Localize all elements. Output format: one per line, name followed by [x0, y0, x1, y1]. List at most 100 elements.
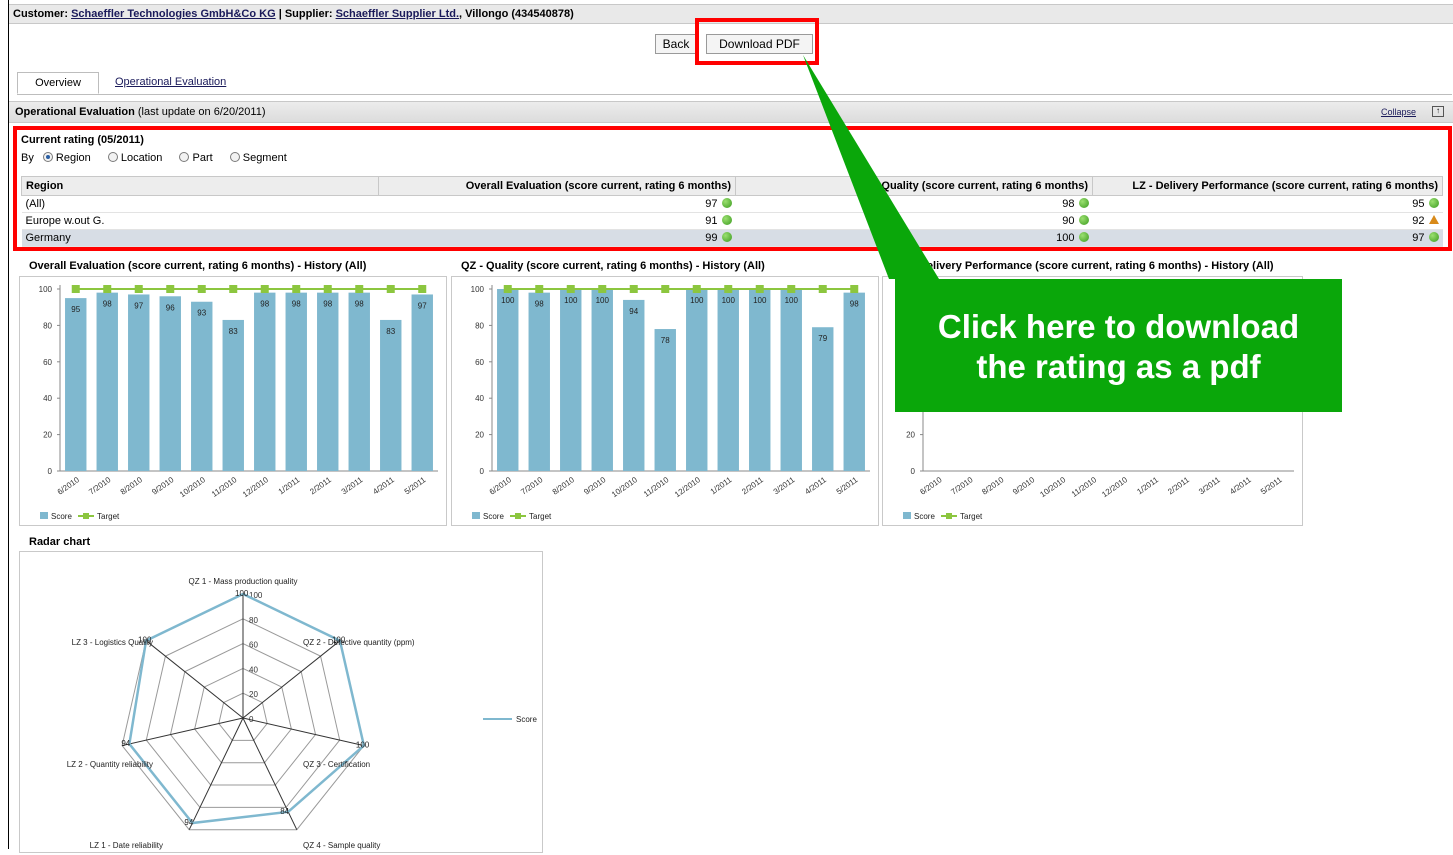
radar-title: Radar chart: [29, 536, 91, 548]
supplier-link[interactable]: Schaeffler Supplier Ltd.: [336, 8, 459, 20]
x-tick-label: 12/2010: [1100, 475, 1129, 499]
status-green-icon: [721, 215, 732, 225]
back-button[interactable]: Back: [655, 34, 697, 54]
customer-link[interactable]: Schaeffler Technologies GmbH&Co KG: [71, 8, 276, 20]
y-tick-label: 20: [43, 431, 52, 440]
by-label: By: [21, 152, 34, 164]
legend-target-swatch: [83, 513, 89, 519]
x-tick-label: 7/2010: [519, 475, 545, 497]
x-tick-label: 5/2011: [835, 475, 860, 496]
y-tick-label: 80: [43, 321, 52, 330]
score-bar: [497, 289, 519, 471]
x-tick-label: 8/2010: [980, 475, 1006, 497]
cell-region: (All): [21, 195, 379, 213]
target-marker: [134, 285, 143, 293]
chart-title-delivery: Delivery Performance (score current, rat…: [919, 260, 1274, 272]
x-tick-label: 6/2010: [488, 475, 514, 497]
radar-axis-label: LZ 3 - Logistics Quality: [72, 638, 153, 647]
radar-legend-label: Score: [516, 715, 537, 724]
cell-region: Europe w.out G.: [21, 212, 379, 230]
target-marker: [166, 285, 175, 293]
bar-value-label: 78: [661, 336, 670, 345]
y-tick-label: 100: [471, 285, 485, 294]
table-row[interactable]: (All) 97 98 95: [21, 195, 1443, 213]
header-separator: |: [278, 8, 282, 20]
radar-value-label: 94: [121, 739, 130, 748]
score-bar: [65, 298, 87, 471]
supplier-location: , Villongo (434540878): [459, 8, 574, 20]
radio-region[interactable]: [42, 152, 53, 162]
radio-location[interactable]: [107, 152, 118, 162]
x-tick-label: 10/2010: [178, 475, 207, 499]
col-region[interactable]: Region: [21, 176, 379, 196]
score-bar: [686, 289, 708, 471]
x-tick-label: 10/2010: [610, 475, 639, 499]
target-marker: [386, 285, 395, 293]
score-bar: [654, 329, 676, 471]
target-marker: [260, 285, 269, 293]
legend-target-label: Target: [97, 512, 120, 521]
x-tick-label: 7/2010: [949, 475, 975, 497]
bar-value-label: 97: [134, 301, 143, 310]
radar-value-label: 100: [356, 741, 370, 750]
expand-icon[interactable]: ↑: [1432, 106, 1444, 117]
cell-overall: 99: [705, 232, 718, 244]
legend-score-swatch: [903, 512, 911, 519]
table-row[interactable]: Europe w.out G. 91 90 92: [21, 212, 1443, 230]
target-marker: [197, 285, 206, 293]
bar-value-label: 98: [292, 300, 301, 309]
y-tick-label: 40: [475, 394, 484, 403]
score-bar: [348, 292, 370, 471]
cell-delivery: 97: [1412, 232, 1425, 244]
col-delivery[interactable]: LZ - Delivery Performance (score current…: [1092, 176, 1443, 196]
col-overall[interactable]: Overall Evaluation (score current, ratin…: [378, 176, 736, 196]
x-tick-label: 1/2011: [1135, 475, 1160, 496]
collapse-link[interactable]: Collapse: [1381, 106, 1416, 118]
radio-segment-label: Segment: [242, 152, 287, 164]
callout-line-1: Click here to download: [937, 308, 1300, 345]
radar-value-label: 84: [280, 807, 289, 816]
legend-target-swatch: [515, 513, 521, 519]
x-tick-label: 4/2011: [371, 475, 396, 496]
target-marker: [503, 285, 512, 293]
table-header: Region Overall Evaluation (score current…: [21, 176, 1443, 196]
legend-score-label: Score: [483, 512, 504, 521]
table-row[interactable]: Germany 99 100 97: [21, 229, 1443, 247]
x-tick-label: 9/2010: [582, 475, 608, 497]
radio-segment[interactable]: [229, 152, 240, 162]
legend-target-swatch: [946, 513, 952, 519]
y-tick-label: 60: [43, 358, 52, 367]
callout-pointer: [803, 55, 939, 279]
x-tick-label: 5/2011: [403, 475, 428, 496]
cell-quality: 90: [1062, 215, 1075, 227]
chart-overall: 0 20 40 60 80 100 95 6/2010 98 7/2010 97 8/2010 96 9/…: [19, 276, 447, 526]
radio-part[interactable]: [179, 152, 190, 162]
target-marker: [724, 285, 733, 293]
x-tick-label: 11/2010: [210, 475, 239, 499]
x-tick-label: 8/2010: [119, 475, 145, 497]
legend-score-swatch: [472, 512, 480, 519]
status-green-icon: [1428, 198, 1439, 208]
y-tick-label: 100: [39, 285, 53, 294]
radar-axis-label: LZ 2 - Quantity reliability: [67, 760, 153, 769]
radar-tick-label: 20: [249, 690, 258, 699]
bar-value-label: 100: [722, 296, 736, 305]
y-tick-label: 20: [475, 431, 484, 440]
target-marker: [71, 285, 80, 293]
bar-value-label: 100: [564, 296, 578, 305]
target-marker: [755, 285, 764, 293]
radio-part-label: Part: [192, 152, 213, 164]
tab-operational-evaluation[interactable]: Operational Evaluation: [115, 72, 265, 94]
y-tick-label: 0: [911, 467, 916, 476]
cell-overall: 97: [705, 198, 718, 210]
score-bar: [749, 289, 771, 471]
status-warning-icon: [1428, 215, 1439, 224]
y-tick-label: 80: [475, 321, 484, 330]
tab-overview[interactable]: Overview: [17, 72, 99, 94]
radar-value-label: 100: [235, 589, 249, 598]
x-tick-label: 1/2011: [709, 475, 734, 496]
bar-value-label: 79: [818, 334, 827, 343]
cell-overall: 91: [705, 215, 718, 227]
target-marker: [598, 285, 607, 293]
x-tick-label: 3/2011: [1197, 475, 1222, 496]
